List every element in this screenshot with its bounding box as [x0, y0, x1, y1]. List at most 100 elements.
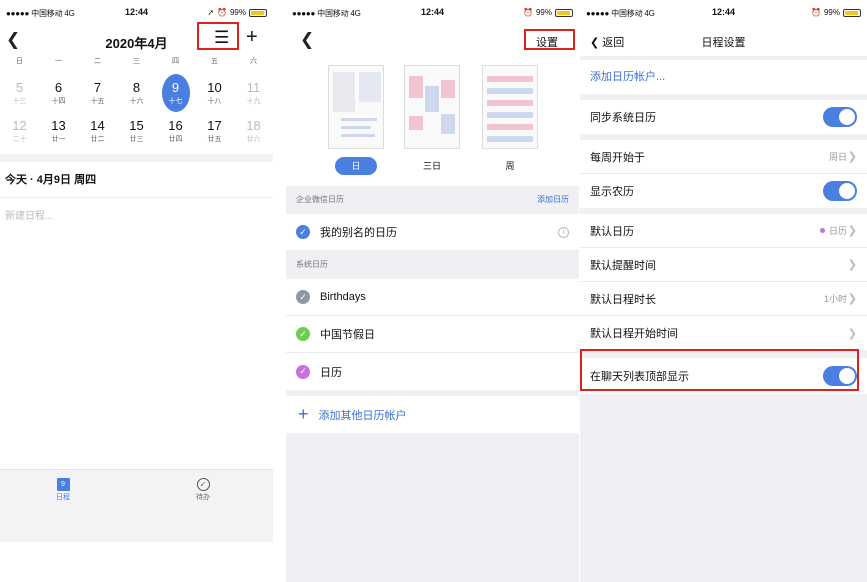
- tab-todo[interactable]: ✓ 待办: [183, 476, 223, 502]
- day-cell[interactable]: 7 十五: [78, 74, 117, 112]
- calendar-name: 中国节假日: [320, 329, 375, 341]
- day-cell[interactable]: 15 廿三: [117, 112, 156, 150]
- new-event-input[interactable]: 新建日程...: [0, 198, 273, 236]
- calendar-row[interactable]: ✓ 中国节假日: [286, 316, 579, 353]
- calendar-color-dot: [819, 228, 825, 233]
- checkmark-icon[interactable]: ✓: [296, 290, 310, 304]
- weekday-header: 日 一 二 三 四 五 六: [0, 56, 273, 74]
- weekday-label: 日: [16, 58, 23, 65]
- day-cell[interactable]: 8 十六: [117, 74, 156, 112]
- calendar-icon: 9: [56, 477, 70, 491]
- settings-group: 每周开始于 周日 ❯ 显示农历: [580, 140, 867, 208]
- day-cell[interactable]: 10 十八: [195, 74, 234, 112]
- calendar-row[interactable]: ✓ Birthdays: [286, 279, 579, 316]
- day-cell-selected[interactable]: 9 十七: [156, 74, 195, 112]
- default-reminder-row[interactable]: 默认提醒时间 ❯: [580, 248, 867, 282]
- default-calendar-row[interactable]: 默认日历 日历 ❯: [580, 214, 867, 248]
- day-number: 9: [171, 80, 180, 95]
- battery-icon: [843, 8, 861, 17]
- tab-schedule-label: 日程: [56, 494, 70, 501]
- lunar-day: 十四: [51, 98, 66, 105]
- week-start-row[interactable]: 每周开始于 周日 ❯: [580, 140, 867, 174]
- tab-schedule[interactable]: 9 日程: [43, 476, 83, 502]
- chevron-right-icon: ❯: [847, 151, 857, 163]
- calendar-row[interactable]: ✓ 我的别名的日历 i: [286, 214, 579, 251]
- enterprise-section-header: 企业微信日历 添加日历: [286, 186, 579, 214]
- checkmark-icon[interactable]: ✓: [296, 225, 310, 239]
- status-icons: ⏰ 99%: [811, 8, 861, 17]
- setting-label: 默认日历: [590, 225, 634, 238]
- day-number: 10: [207, 80, 222, 95]
- battery-percent: 99%: [229, 8, 246, 17]
- selected-day-circle: 9 十七: [161, 74, 190, 112]
- day-number: 13: [51, 118, 66, 133]
- setting-value: 1小时: [823, 294, 847, 304]
- tab-todo-label: 待办: [196, 494, 210, 501]
- day-cell[interactable]: 17 廿五: [195, 112, 234, 150]
- battery-icon: [249, 8, 267, 17]
- setting-label: 默认提醒时间: [590, 259, 656, 272]
- plus-icon: +: [298, 404, 309, 424]
- battery-percent: 99%: [823, 8, 840, 17]
- three-day-view-thumbnail[interactable]: [404, 65, 460, 149]
- info-icon[interactable]: i: [558, 226, 569, 238]
- back-icon[interactable]: ❮: [300, 30, 314, 50]
- lunar-day: 廿四: [168, 136, 183, 143]
- day-cell[interactable]: 14 廿二: [78, 112, 117, 150]
- battery-percent: 99%: [535, 8, 552, 17]
- day-number: 16: [168, 118, 183, 133]
- checkmark-icon[interactable]: ✓: [296, 364, 310, 379]
- day-number: 15: [129, 118, 144, 133]
- day-view-thumbnail[interactable]: [328, 65, 384, 149]
- lunar-day: 廿三: [129, 136, 144, 143]
- three-day-view-button[interactable]: 三日: [411, 157, 453, 175]
- calendar-navbar: ❮ 2020年4月 ☰ +: [0, 22, 273, 56]
- calendar-panel: ●●●●● 中国移动 4G 12:44 ➚ ⏰ 99% ❮ 2020年4月 ☰ + …: [0, 0, 273, 582]
- day-cell[interactable]: 18 廿六: [234, 112, 273, 150]
- day-view-button[interactable]: 日: [335, 157, 377, 175]
- day-cell[interactable]: 16 廿四: [156, 112, 195, 150]
- week-row: 12 二十 13 廿一 14 廿二 15 廿三 16 廿四 17 廿五 18 廿六: [0, 112, 273, 150]
- weekday-label: 二: [94, 58, 101, 65]
- battery-icon: [555, 8, 573, 17]
- section-title: 企业微信日历: [296, 195, 344, 204]
- day-number: 8: [132, 80, 141, 95]
- lunar-day: 廿一: [51, 136, 66, 143]
- week-view-thumbnail[interactable]: [482, 65, 538, 149]
- status-bar: ●●●●● 中国移动 4G 12:44 ⏰ 99%: [286, 0, 579, 26]
- day-number: 14: [90, 118, 105, 133]
- day-cell[interactable]: 6 十四: [39, 74, 78, 112]
- lunar-day: 十三: [12, 98, 27, 105]
- calendar-name: Birthdays: [320, 291, 366, 303]
- setting-label: 同步系统日历: [590, 112, 656, 124]
- day-cell[interactable]: 5 十三: [0, 74, 39, 112]
- add-icon[interactable]: +: [246, 26, 258, 49]
- week-view-button[interactable]: 周: [489, 157, 531, 175]
- status-icons: ⏰ 99%: [523, 8, 573, 17]
- calendar-name: 我的别名的日历: [320, 227, 397, 239]
- sync-toggle[interactable]: [823, 107, 857, 127]
- add-account-link[interactable]: 添加日历帐户...: [580, 60, 867, 94]
- calendar-row[interactable]: ✓ 日历: [286, 353, 579, 390]
- lunar-day: 十五: [90, 98, 105, 105]
- day-number: 7: [93, 80, 102, 95]
- add-other-account-button[interactable]: + 添加其他日历帐户: [286, 396, 579, 433]
- calendars-navbar: ❮ 设置: [286, 26, 579, 56]
- settings-group: 默认日历 日历 ❯ 默认提醒时间 ❯ 默认日程时长 1小时 ❯ 默认日程开始时间…: [580, 214, 867, 350]
- day-cell[interactable]: 12 二十: [0, 112, 39, 150]
- day-cell[interactable]: 13 廿一: [39, 112, 78, 150]
- lunar-toggle[interactable]: [823, 181, 857, 201]
- checkmark-icon[interactable]: ✓: [296, 327, 310, 341]
- lunar-day: 十八: [207, 98, 222, 105]
- setting-label: 每周开始于: [590, 151, 645, 164]
- schedule-settings-panel: ●●●●● 中国移动 4G 12:44 ⏰ 99% ❮ 返回 日程设置 添加日历帐…: [580, 0, 867, 582]
- tab-bar: 9 日程 ✓ 待办: [0, 469, 273, 542]
- chevron-right-icon: ❯: [847, 293, 857, 305]
- add-calendar-link[interactable]: 添加日历: [537, 186, 569, 214]
- day-cell[interactable]: 11 十九: [234, 74, 273, 112]
- settings-group: 同步系统日历: [580, 100, 867, 134]
- weekday-label: 一: [55, 58, 62, 65]
- calendars-panel: ●●●●● 中国移动 4G 12:44 ⏰ 99% ❮ 设置 日 三日 周 企业…: [286, 0, 579, 582]
- default-duration-row[interactable]: 默认日程时长 1小时 ❯: [580, 282, 867, 316]
- default-start-row[interactable]: 默认日程开始时间 ❯: [580, 316, 867, 350]
